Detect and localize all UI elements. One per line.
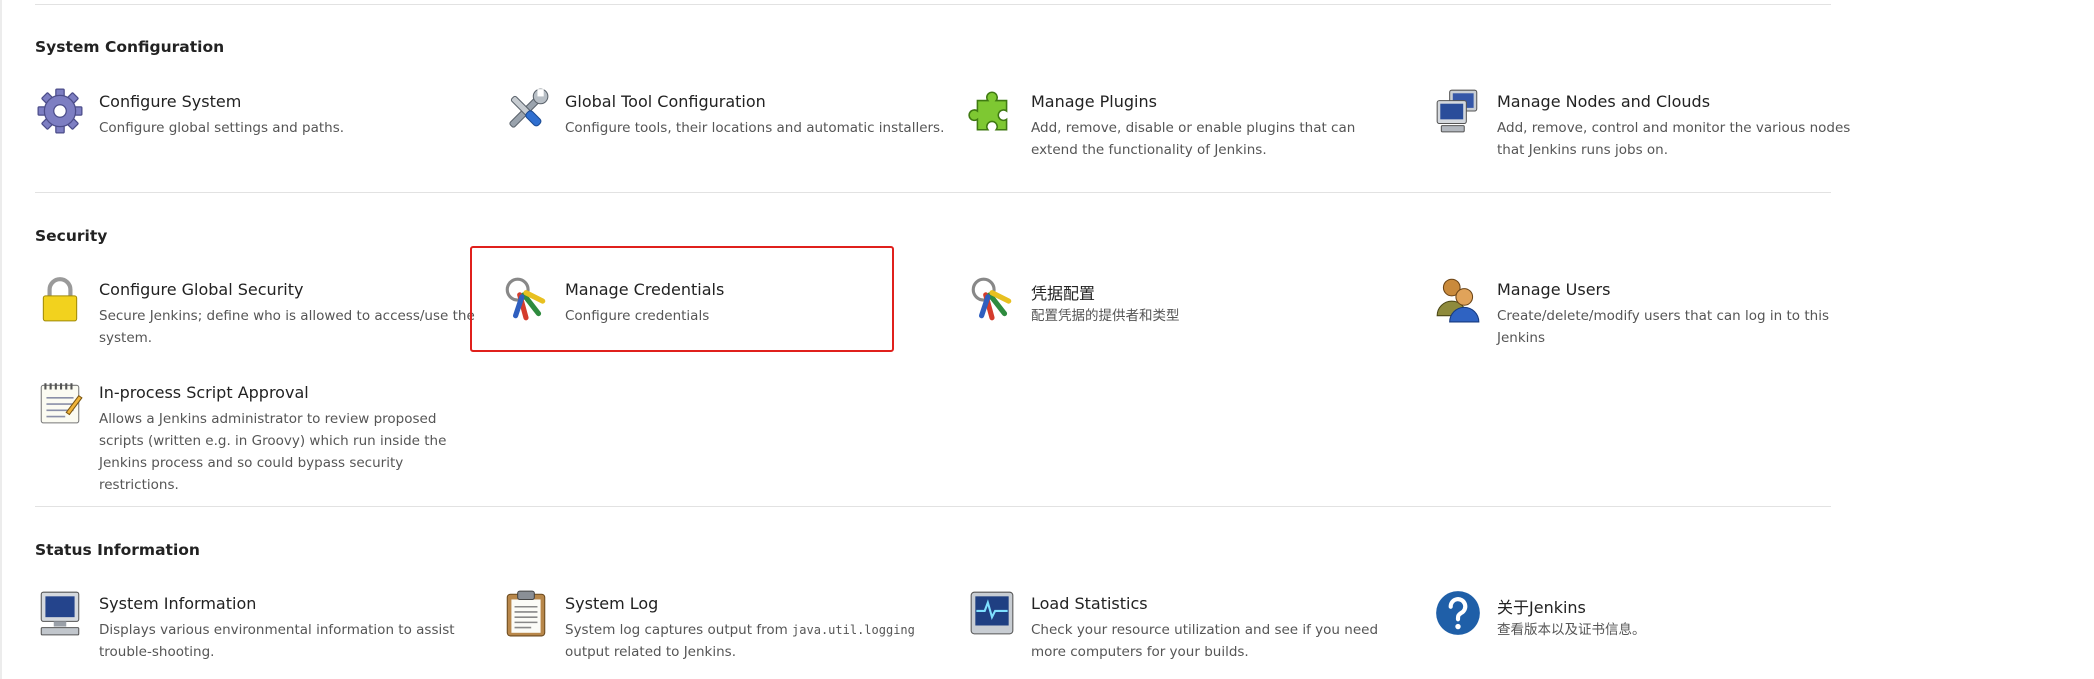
credential-providers-description: 配置凭据的提供者和类型	[1031, 308, 1180, 324]
section-divider	[35, 192, 1831, 193]
load-statistics-link[interactable]: Load Statistics	[1031, 594, 1148, 613]
computer-icon	[1433, 86, 1483, 136]
system-log-desc-text: System log captures output from	[565, 622, 788, 638]
system-information-link[interactable]: System Information	[99, 594, 256, 613]
about-jenkins-link[interactable]: 关于Jenkins	[1497, 594, 1586, 618]
section-title-system-configuration: System Configuration	[35, 38, 225, 56]
system-log-desc-text-2: output related to Jenkins.	[565, 644, 736, 660]
manage-nodes-description: Add, remove, control and monitor the var…	[1497, 120, 1851, 158]
section-divider	[35, 506, 1831, 507]
section-title-status-information: Status Information	[35, 541, 200, 559]
configure-global-security-link[interactable]: Configure Global Security	[99, 280, 303, 299]
top-divider	[35, 4, 1831, 5]
system-log-description: System log captures output from java.uti…	[565, 619, 945, 663]
users-icon	[1433, 274, 1483, 324]
script-approval-link[interactable]: In-process Script Approval	[99, 383, 309, 402]
clipboard-icon	[501, 588, 551, 638]
gear-icon	[35, 86, 85, 136]
manage-plugins-description: Add, remove, disable or enable plugins t…	[1031, 120, 1356, 158]
manage-users-description: Create/delete/modify users that can log …	[1497, 308, 1829, 346]
configure-global-security-description: Secure Jenkins; define who is allowed to…	[99, 308, 475, 346]
configure-system-description: Configure global settings and paths.	[99, 120, 345, 136]
manage-plugins-link[interactable]: Manage Plugins	[1031, 92, 1157, 111]
manage-nodes-link[interactable]: Manage Nodes and Clouds	[1497, 92, 1710, 111]
help-icon	[1433, 588, 1483, 638]
notepad-icon	[35, 377, 85, 427]
keys-icon	[967, 274, 1017, 324]
system-log-link[interactable]: System Log	[565, 594, 658, 613]
load-graph-icon	[967, 588, 1017, 638]
about-jenkins-description: 查看版本以及证书信息。	[1497, 622, 1646, 638]
global-tool-configuration-description: Configure tools, their locations and aut…	[565, 120, 945, 136]
script-approval-description: Allows a Jenkins administrator to review…	[99, 411, 447, 493]
system-information-description: Displays various environmental informati…	[99, 622, 455, 660]
monitor-icon	[35, 588, 85, 638]
configure-system-link[interactable]: Configure System	[99, 92, 241, 111]
global-tool-configuration-link[interactable]: Global Tool Configuration	[565, 92, 766, 111]
section-title-security: Security	[35, 227, 108, 245]
lock-icon	[35, 274, 85, 324]
page-left-edge	[0, 0, 2, 679]
credential-providers-link[interactable]: 凭据配置	[1031, 280, 1095, 304]
highlight-box	[470, 246, 894, 352]
tools-icon	[501, 86, 551, 136]
load-statistics-description: Check your resource utilization and see …	[1031, 622, 1379, 660]
manage-users-link[interactable]: Manage Users	[1497, 280, 1610, 299]
system-log-desc-code: java.util.logging	[792, 623, 915, 637]
puzzle-icon	[967, 86, 1017, 136]
